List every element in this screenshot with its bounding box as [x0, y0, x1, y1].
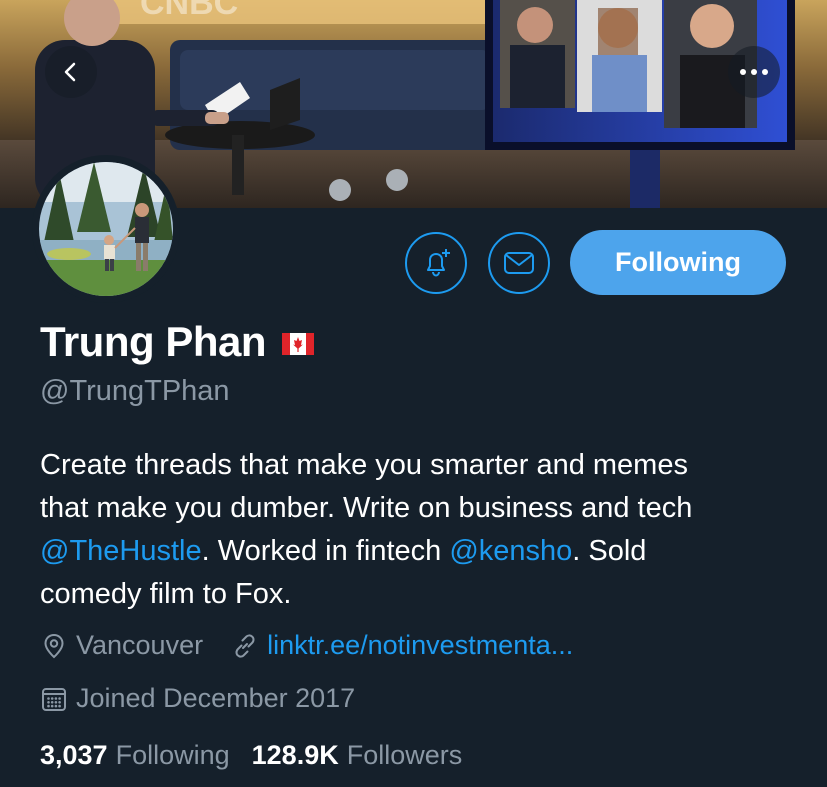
message-button[interactable] [488, 232, 550, 294]
bio-text: . Sold [572, 535, 647, 567]
following-count-link[interactable]: 3,037 Following [40, 740, 230, 771]
chevron-left-icon [64, 62, 76, 82]
joined-date: Joined December 2017 [76, 683, 356, 713]
display-name: Trung Phan [40, 318, 267, 365]
bio-text: . Worked in fintech [201, 535, 450, 567]
followers-count-link[interactable]: 128.9K Followers [252, 740, 463, 771]
notifications-button[interactable] [405, 232, 467, 294]
mention-link[interactable]: @TheHustle [40, 535, 202, 567]
back-button[interactable] [45, 46, 97, 98]
following-label: Following [115, 740, 230, 770]
more-options-button[interactable] [728, 46, 780, 98]
profile-meta-row: Vancouver linktr.ee/notinvestmenta... [40, 630, 573, 661]
website-link-text[interactable]: linktr.ee/notinvestmenta... [267, 630, 573, 661]
svg-text:CNBC: CNBC [140, 0, 238, 22]
profile-handle: @TrungTPhan [40, 375, 230, 407]
avatar-image [39, 162, 173, 296]
followers-count: 128.9K [251, 740, 339, 770]
bio-text: comedy film to Fox. [40, 578, 292, 610]
bell-plus-icon [427, 249, 450, 277]
bio-text: that make you dumber. Write on business … [40, 492, 693, 524]
avatar[interactable] [32, 155, 180, 303]
profile-bio: Create threads that make you smarter and… [40, 444, 800, 616]
envelope-icon [504, 252, 534, 274]
follow-stats: 3,037 Following 128.9K Followers [40, 740, 462, 771]
bio-text: Create threads that make you smarter and… [40, 449, 688, 481]
following-count: 3,037 [40, 740, 108, 770]
location-pin-icon [44, 633, 64, 658]
profile-name-row: Trung Phan [40, 318, 314, 366]
website-link[interactable]: linktr.ee/notinvestmenta... [231, 630, 573, 661]
location-text: Vancouver [76, 630, 204, 660]
followers-label: Followers [346, 740, 463, 770]
link-icon [235, 633, 255, 658]
canada-flag-icon [282, 333, 314, 355]
more-horizontal-icon [740, 69, 768, 75]
profile-meta-row: Joined December 2017 [40, 683, 355, 714]
mention-link[interactable]: @kensho [449, 535, 572, 567]
calendar-icon [42, 687, 66, 711]
following-button[interactable]: Following [570, 230, 786, 295]
